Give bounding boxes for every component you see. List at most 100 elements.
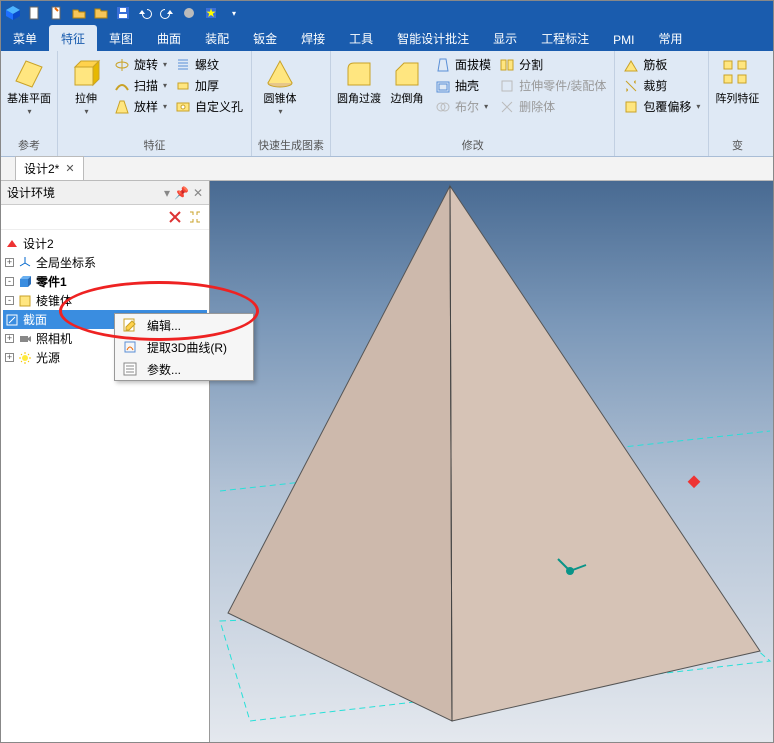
folder-icon[interactable] [93,5,109,21]
thread-button[interactable]: 螺纹 [173,55,245,74]
redo-icon[interactable] [159,5,175,21]
datum-plane-button[interactable]: 基准平面▾ [7,53,51,116]
axis-icon [18,256,32,270]
tree-node-pyramid[interactable]: - 棱锥体 [3,291,207,310]
rib-button[interactable]: 筋板 [621,55,702,74]
delete-icon[interactable] [167,209,183,225]
group-label: 特征 [64,135,245,156]
ribbon-group-reference: 基准平面▾ 参考 [1,51,58,156]
light-icon [18,351,32,365]
split-button[interactable]: 分割 [497,55,608,74]
tab-surface[interactable]: 曲面 [145,25,193,51]
panel-title: 设计环境 [7,184,55,201]
document-tab[interactable]: 设计2* ✕ [15,156,84,180]
hole-icon [175,99,191,115]
expand-icon[interactable]: + [5,334,14,343]
sweep-icon [114,78,130,94]
expand-icon[interactable]: + [5,353,14,362]
ribbon: 基准平面▾ 参考 拉伸▾ 旋转▾ 扫描▾ 放样▾ 螺纹 加厚 自定义孔 特征 [1,51,773,157]
custom-hole-button[interactable]: 自定义孔 [173,97,245,116]
datum-plane-icon [12,57,46,91]
qat-dropdown-icon[interactable]: ▾ [226,5,242,21]
app-icon[interactable] [5,5,21,21]
extrude-part-button: 拉伸零件/装配体 [497,76,608,95]
draft-button[interactable]: 面拔模 [433,55,493,74]
ribbon-group-transform: 阵列特征 变 [709,51,765,156]
thicken-button[interactable]: 加厚 [173,76,245,95]
tab-menu[interactable]: 菜单 [1,25,49,51]
tree-node-part[interactable]: - 零件1 [3,272,207,291]
cone-icon [263,57,297,91]
context-menu: 编辑... 提取3D曲线(R) 参数... [114,313,254,381]
model-canvas [210,181,773,742]
render-icon[interactable] [181,5,197,21]
open-icon[interactable] [71,5,87,21]
new-icon[interactable] [27,5,43,21]
panel-toolbar [1,205,209,230]
pattern-button[interactable]: 阵列特征 [715,53,759,105]
tab-sketch[interactable]: 草图 [97,25,145,51]
tab-pmi[interactable]: PMI [601,28,646,51]
extrude-part-icon [499,78,515,94]
panel-title-bar: 设计环境 ▾ 📌 ✕ [1,181,209,205]
ribbon-group-modify: 圆角过渡 边倒角 面拔模 抽壳 布尔▾ 分割 拉伸零件/装配体 删除体 修改 [331,51,615,156]
tab-sheetmetal[interactable]: 钣金 [241,25,289,51]
expand-icon[interactable]: + [5,258,14,267]
sketch-icon [5,313,19,327]
main-area: 设计环境 ▾ 📌 ✕ 设计2 + 全局坐标系 - [1,181,773,742]
close-panel-icon[interactable]: ✕ [193,186,203,200]
undo-icon[interactable] [137,5,153,21]
context-params[interactable]: 参数... [115,358,253,380]
feature-icon [18,294,32,308]
cone-button[interactable]: 圆锥体▾ [258,53,302,116]
chamfer-button[interactable]: 边倒角 [385,53,429,105]
rib-icon [623,57,639,73]
tab-assembly[interactable]: 装配 [193,25,241,51]
tree-root[interactable]: 设计2 [3,234,207,253]
extrude-button[interactable]: 拉伸▾ [64,53,108,116]
wrap-offset-button[interactable]: 包覆偏移▾ [621,97,702,116]
filter-icon[interactable] [187,209,203,225]
tab-feature[interactable]: 特征 [49,25,97,51]
thread-icon [175,57,191,73]
tab-drawing[interactable]: 工程标注 [529,25,601,51]
tab-weld[interactable]: 焊接 [289,25,337,51]
params-icon [122,361,138,377]
pin-icon[interactable]: 📌 [174,186,189,200]
save-icon[interactable] [115,5,131,21]
star-icon[interactable]: ★ [203,5,219,21]
collapse-icon[interactable]: - [5,277,14,286]
side-panel: 设计环境 ▾ 📌 ✕ 设计2 + 全局坐标系 - [1,181,210,742]
design-icon [5,237,19,251]
collapse-icon[interactable]: - [5,296,14,305]
dropdown-icon[interactable]: ▾ [164,186,170,200]
fillet-button[interactable]: 圆角过渡 [337,53,381,105]
group-label: 修改 [337,135,608,156]
tab-display[interactable]: 显示 [481,25,529,51]
fillet-icon [342,57,376,91]
sweep-button[interactable]: 扫描▾ [112,76,169,95]
wrap-icon [623,99,639,115]
shell-button[interactable]: 抽壳 [433,76,493,95]
ribbon-tabs: 菜单 特征 草图 曲面 装配 钣金 焊接 工具 智能设计批注 显示 工程标注 P… [1,25,773,51]
split-icon [499,57,515,73]
document-tab-label: 设计2* [24,160,59,177]
revolve-button[interactable]: 旋转▾ [112,55,169,74]
svg-text:★: ★ [206,6,217,20]
trim-button[interactable]: 裁剪 [621,76,702,95]
tab-smart-annotate[interactable]: 智能设计批注 [385,25,481,51]
tab-tools[interactable]: 工具 [337,25,385,51]
revolve-icon [114,57,130,73]
tree-node-coordsys[interactable]: + 全局坐标系 [3,253,207,272]
close-icon[interactable]: ✕ [65,162,74,175]
context-edit[interactable]: 编辑... [115,314,253,336]
tab-common[interactable]: 常用 [647,25,695,51]
boolean-button: 布尔▾ [433,97,493,116]
extrude-icon [69,57,103,91]
context-extract-3d[interactable]: 提取3D曲线(R) [115,336,253,358]
camera-icon [18,332,32,346]
new-doc-icon[interactable] [49,5,65,21]
part-icon [18,275,32,289]
viewport-3d[interactable] [210,181,773,742]
loft-button[interactable]: 放样▾ [112,97,169,116]
